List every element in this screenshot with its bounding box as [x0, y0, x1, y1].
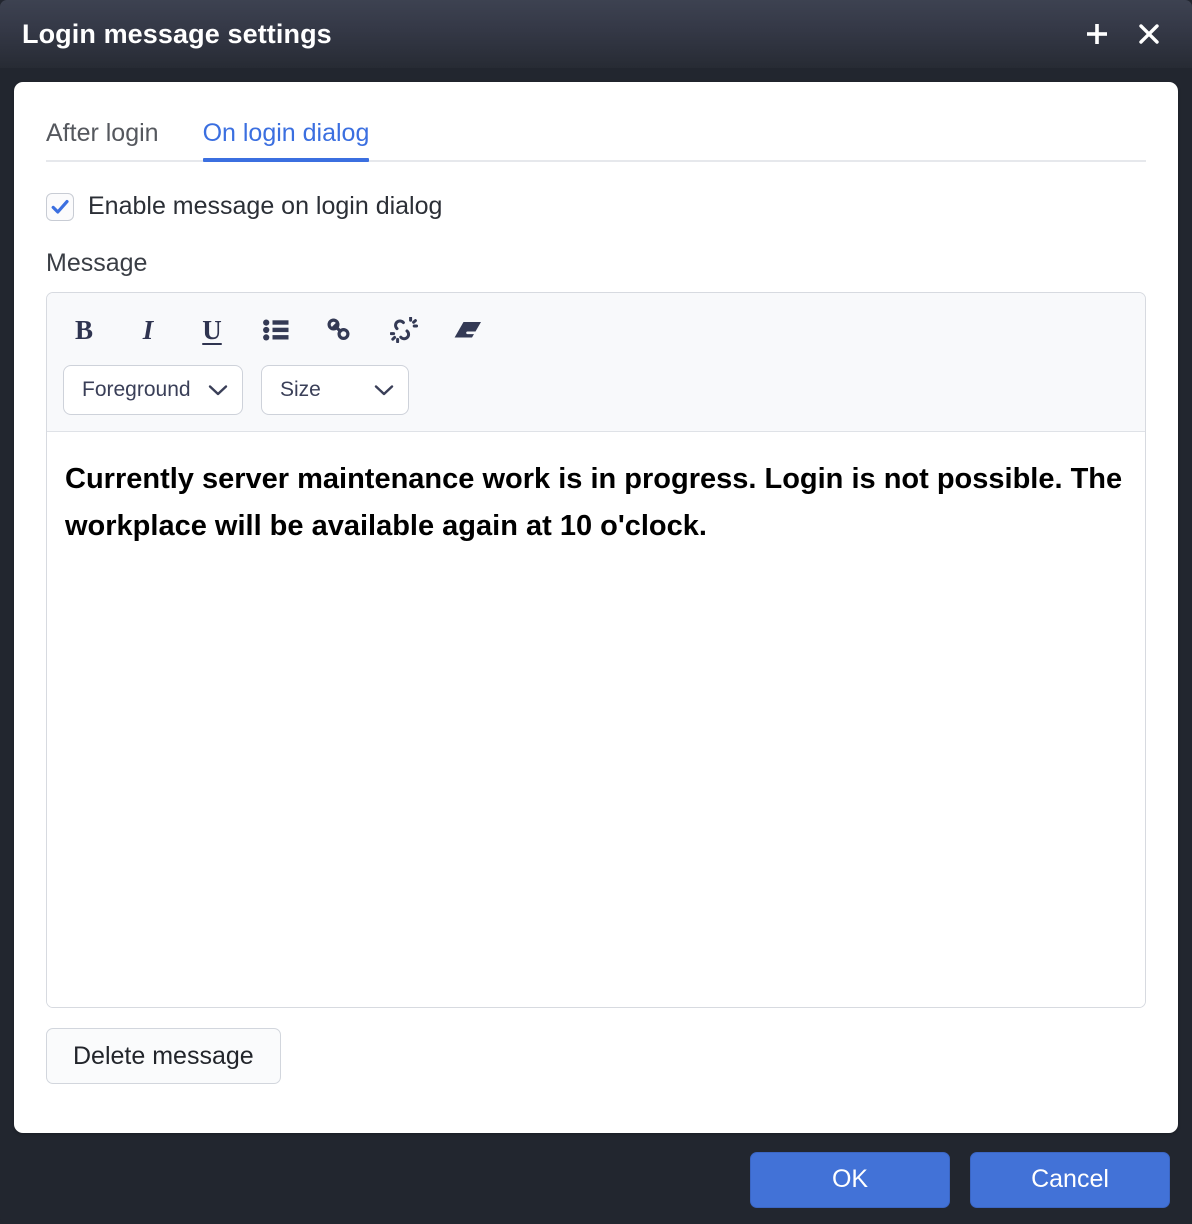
enable-message-row[interactable]: Enable message on login dialog [46, 192, 1146, 221]
message-text: Currently server maintenance work is in … [65, 463, 1123, 542]
plus-icon[interactable] [1082, 19, 1112, 49]
italic-glyph: I [142, 314, 154, 345]
login-message-settings-dialog: Login message settings After login On lo… [0, 0, 1192, 1224]
message-label: Message [46, 249, 148, 277]
dialog-footer: OK Cancel [0, 1135, 1192, 1224]
cancel-button[interactable]: Cancel [970, 1151, 1170, 1208]
size-select-label: Size [280, 378, 321, 401]
message-editor: B I U Foreground Size Currently server m… [46, 292, 1146, 1008]
link-icon[interactable] [319, 311, 361, 349]
close-icon[interactable] [1134, 19, 1164, 49]
dialog-body: After login On login dialog Enable messa… [0, 68, 1192, 1135]
chevron-down-icon [374, 384, 394, 397]
size-select[interactable]: Size [261, 365, 409, 415]
italic-icon[interactable]: I [127, 311, 169, 349]
bold-icon[interactable]: B [63, 311, 105, 349]
editor-toolbar-icons: B I U [61, 305, 1131, 355]
ok-button[interactable]: OK [750, 1151, 950, 1208]
tab-on-login-dialog[interactable]: On login dialog [202, 119, 369, 162]
underline-icon[interactable]: U [191, 311, 233, 349]
underline-glyph: U [202, 314, 222, 345]
foreground-select-label: Foreground [82, 378, 191, 401]
tab-bar: After login On login dialog [46, 112, 1146, 162]
window-title: Login message settings [22, 18, 332, 49]
bold-glyph: B [74, 314, 93, 345]
editor-toolbar: B I U Foreground Size [47, 293, 1145, 432]
eraser-icon[interactable] [447, 311, 489, 349]
titlebar-actions [1082, 19, 1170, 49]
foreground-select[interactable]: Foreground [63, 365, 243, 415]
editor-toolbar-selects: Foreground Size [61, 355, 1131, 417]
titlebar: Login message settings [0, 0, 1192, 68]
tab-after-login[interactable]: After login [46, 119, 159, 160]
unlink-icon[interactable] [383, 311, 425, 349]
bullet-list-icon[interactable] [255, 311, 297, 349]
enable-message-checkbox[interactable] [46, 192, 74, 221]
delete-message-row: Delete message [46, 1028, 1146, 1084]
delete-message-button[interactable]: Delete message [46, 1028, 281, 1084]
content-panel: After login On login dialog Enable messa… [14, 82, 1178, 1133]
enable-message-label: Enable message on login dialog [88, 192, 443, 220]
message-editor-content[interactable]: Currently server maintenance work is in … [47, 432, 1145, 1007]
chevron-down-icon [208, 384, 228, 397]
